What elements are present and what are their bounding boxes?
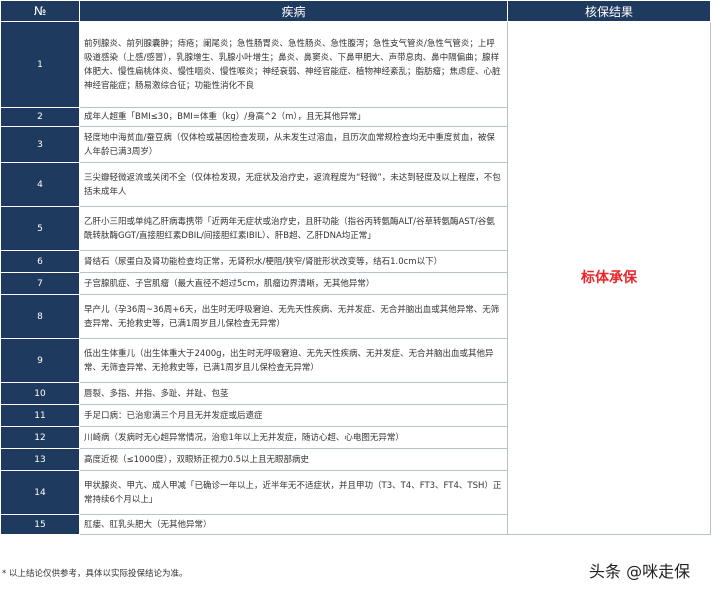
row-number: 15 bbox=[0, 514, 80, 535]
result-cell: 标体承保 bbox=[507, 21, 711, 535]
row-number: 5 bbox=[0, 206, 80, 251]
row-number: 1 bbox=[0, 21, 80, 108]
row-disease-text: 川崎病（发病时无心超异常情况，治愈1年以上无并发症，随访心超、心电图无异常） bbox=[79, 426, 508, 449]
watermark: 头条 @咪走保 bbox=[589, 562, 691, 581]
footnote: * 以上结论仅供参考，具体以实际投保结论为准。 bbox=[2, 569, 188, 579]
table-row: 1 前列腺炎、前列腺囊肿；痔疮；阑尾炎；急性肠胃炎、急性肠炎、急性腹泻；急性支气… bbox=[0, 21, 711, 535]
row-number: 10 bbox=[0, 382, 80, 405]
row-disease-text: 肛瘘、肛乳头肥大（无其他异常） bbox=[79, 514, 508, 535]
row-disease-text: 手足口病：已治愈满三个月且无并发症或后遗症 bbox=[79, 404, 508, 427]
row-disease-text: 低出生体重儿（出生体重大于2400g，出生时无呼吸窘迫、无先天性疾病、无并发症、… bbox=[79, 338, 508, 383]
underwriting-table: № 疾病 核保结果 1 前列腺炎、前列腺囊肿；痔疮；阑尾炎；急性肠胃炎、急性肠炎… bbox=[0, 0, 711, 535]
row-disease-text: 成年人超重「BMI≤30，BMI=体重（kg）/身高^2（m），且无其他异常」 bbox=[79, 107, 508, 127]
header-no: № bbox=[0, 0, 80, 22]
row-number: 11 bbox=[0, 404, 80, 427]
row-number: 7 bbox=[0, 272, 80, 295]
row-disease-text: 子宫腺肌症、子宫肌瘤（最大直径不超过5cm，肌瘤边界清晰，无其他异常） bbox=[79, 272, 508, 295]
row-disease-text: 高度近视（≤1000度），双眼矫正视力0.5以上且无眼部病史 bbox=[79, 448, 508, 471]
row-number: 9 bbox=[0, 338, 80, 383]
row-number: 12 bbox=[0, 426, 80, 449]
row-disease-text: 前列腺炎、前列腺囊肿；痔疮；阑尾炎；急性肠胃炎、急性肠炎、急性腹泻；急性支气管炎… bbox=[79, 21, 508, 108]
row-number: 6 bbox=[0, 250, 80, 273]
row-number: 8 bbox=[0, 294, 80, 339]
row-disease-text: 甲状腺炎、甲亢、成人甲减「已确诊一年以上，近半年无不适症状，并且甲功（T3、T4… bbox=[79, 470, 508, 515]
row-disease-text: 唇裂、多指、并指、多趾、并趾、包茎 bbox=[79, 382, 508, 405]
row-disease-text: 三尖瓣轻微返流或关闭不全（仅体检发现，无症状及治疗史，返流程度为“轻微”，未达到… bbox=[79, 162, 508, 207]
row-number: 3 bbox=[0, 126, 80, 163]
row-number: 13 bbox=[0, 448, 80, 471]
header-result: 核保结果 bbox=[507, 0, 711, 22]
row-number: 4 bbox=[0, 162, 80, 207]
row-disease-text: 肾结石（尿蛋白及肾功能检查均正常，无肾积水/梗阻/狭窄/肾脏形状改变等，结石1.… bbox=[79, 250, 508, 273]
row-number: 14 bbox=[0, 470, 80, 515]
header-disease: 疾病 bbox=[79, 0, 508, 22]
table-header-row: № 疾病 核保结果 bbox=[0, 0, 711, 22]
row-disease-text: 早产儿（孕36周~36周+6天，出生时无呼吸窘迫、无先天性疾病、无并发症、无合并… bbox=[79, 294, 508, 339]
row-disease-text: 乙肝小三阳或单纯乙肝病毒携带「近两年无症状或治疗史，且肝功能（指谷丙转氨酶ALT… bbox=[79, 206, 508, 251]
row-number: 2 bbox=[0, 107, 80, 127]
row-disease-text: 轻度地中海贫血/蚕豆病（仅体检或基因检查发现，从未发生过溶血，且历次血常规检查均… bbox=[79, 126, 508, 163]
